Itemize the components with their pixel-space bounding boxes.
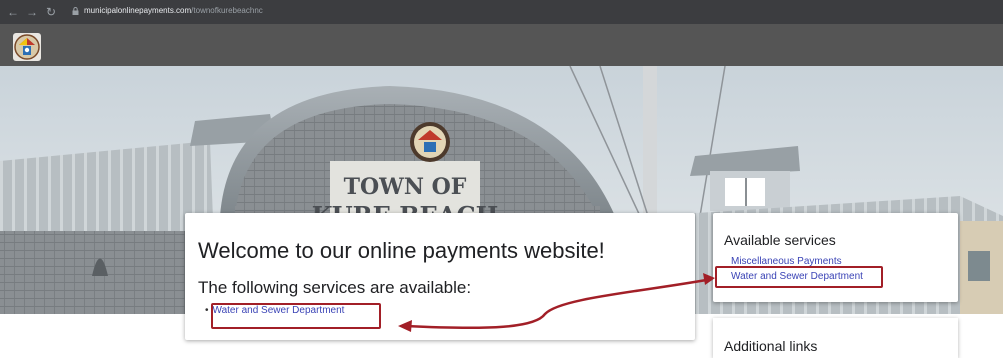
additional-links-card: Additional links — [713, 318, 958, 358]
annotation-highlight-box — [715, 266, 883, 288]
sign-text-line1: TOWN OF — [344, 174, 467, 200]
available-services-title: Available services — [724, 232, 836, 248]
town-seal-logo[interactable] — [13, 33, 41, 61]
welcome-title: Welcome to our online payments website! — [198, 238, 605, 263]
reload-icon[interactable]: ↻ — [44, 5, 58, 19]
annotation-highlight-box — [211, 303, 381, 329]
url-path: /townofkurebeachnc — [191, 6, 263, 15]
back-arrow-icon[interactable]: ← — [6, 5, 20, 19]
browser-toolbar: ← → ↻ municipalonlinepayments.com/townof… — [0, 0, 1003, 24]
url-domain: municipalonlinepayments.com — [84, 6, 192, 15]
address-bar[interactable]: municipalonlinepayments.com/townofkurebe… — [84, 6, 263, 15]
site-header — [0, 24, 1003, 66]
forward-arrow-icon[interactable]: → — [25, 5, 39, 19]
bullet-icon: • — [205, 305, 209, 316]
available-services-card: Available services Miscellaneous Payment… — [713, 213, 958, 302]
lock-icon — [72, 7, 79, 15]
services-subtitle: The following services are available: — [198, 278, 472, 297]
